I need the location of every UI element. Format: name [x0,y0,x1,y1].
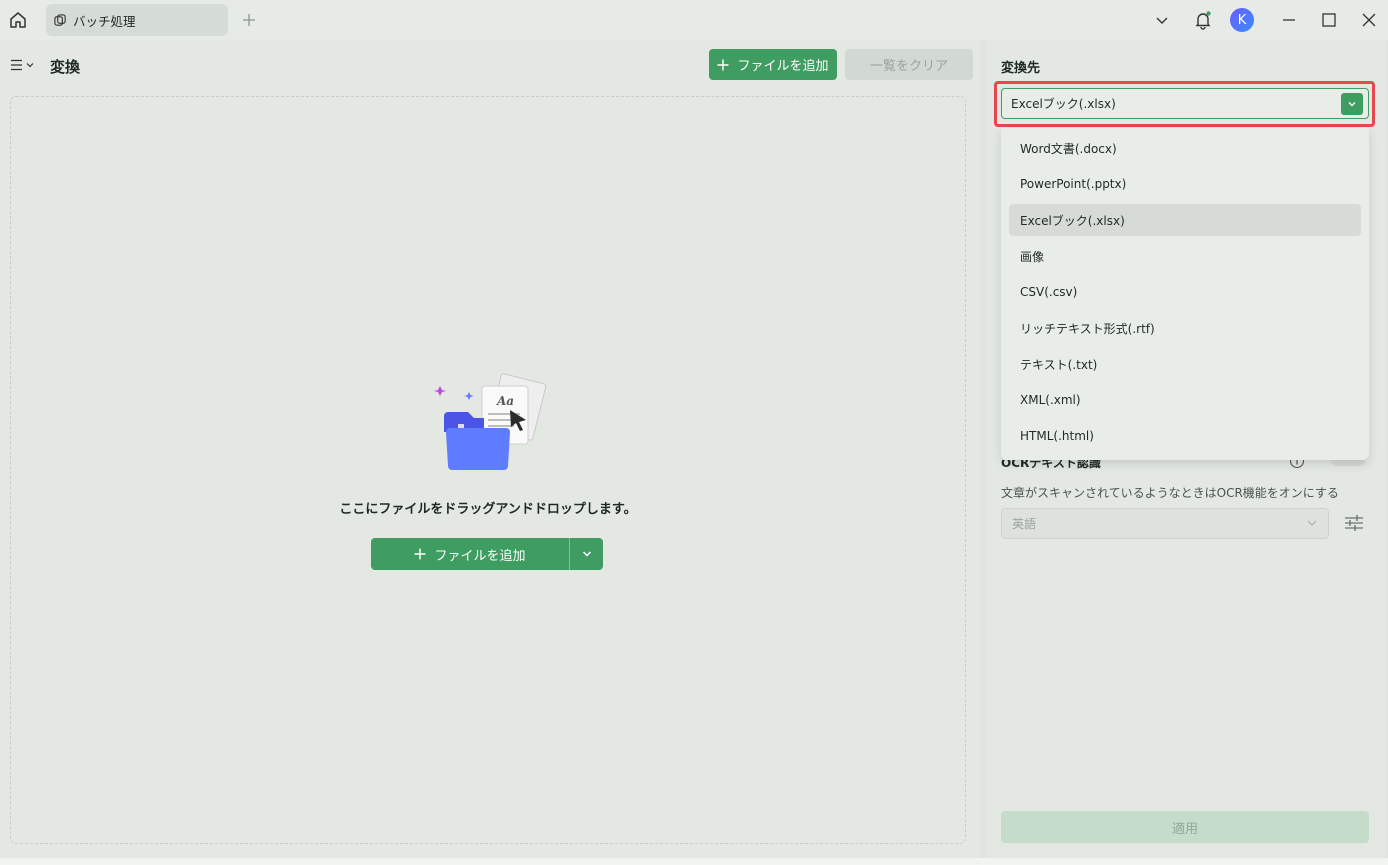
user-avatar[interactable]: K [1230,8,1254,32]
home-icon [10,12,26,28]
title-bar: バッチ処理 K [0,0,1388,40]
plus-icon [717,59,729,70]
clear-list-button[interactable]: 一覧をクリア [845,49,973,80]
illus-text: Aa [496,394,514,408]
sliders-icon[interactable] [1343,512,1365,534]
selection-highlight [994,81,1375,127]
taskbar-edge [0,858,1388,865]
format-option-csv[interactable]: CSV(.csv) [1009,276,1361,308]
format-option-xlsx[interactable]: Excelブック(.xlsx) [1009,204,1361,236]
plus-icon [243,14,255,26]
settings-panel: 変換先 OCRテキスト認識 文章がスキャンされているようなときはOCR機能をオン… [986,40,1386,858]
folder-files-illustration: Aa [434,373,547,470]
format-option-docx[interactable]: Word文書(.docx) [1009,132,1361,164]
batch-icon [54,13,66,26]
minimize-button[interactable] [1275,6,1303,34]
drop-add-options-button[interactable] [570,538,603,570]
minimize-icon [1283,19,1295,21]
format-option-rtf[interactable]: リッチテキスト形式(.rtf) [1009,312,1361,344]
add-file-button[interactable]: ファイルを追加 [709,49,837,80]
ocr-description: 文章がスキャンされているようなときはOCR機能をオンにする [1001,486,1339,500]
new-tab-button[interactable] [238,9,260,31]
drop-add-file-split-button: ファイルを追加 [371,538,603,570]
format-option-xml[interactable]: XML(.xml) [1009,384,1361,416]
conversion-panel: 変換 ファイルを追加 一覧をクリア Aa ここにファイルをドラッグアンドドロップ… [0,40,980,858]
drop-add-file-button[interactable]: ファイルを追加 [371,538,570,570]
plus-icon [414,548,426,560]
clear-list-label: 一覧をクリア [869,59,948,74]
drop-add-file-label: ファイルを追加 [434,548,526,564]
format-option-html[interactable]: HTML(.html) [1009,420,1361,452]
format-option-image[interactable]: 画像 [1009,240,1361,272]
apply-button[interactable]: 適用 [1001,811,1369,843]
drop-instruction: ここにファイルをドラッグアンドドロップします。 [339,502,637,517]
tab-label: バッチ処理 [73,13,136,29]
bell-icon [1195,11,1211,30]
format-option-pptx[interactable]: PowerPoint(.pptx) [1009,168,1361,200]
chevron-down-icon [26,63,34,68]
ocr-language-value: 英語 [1012,517,1037,531]
menu-toggle-button[interactable] [10,56,38,74]
tab-batch-processing[interactable]: バッチ処理 [46,4,228,36]
maximize-button[interactable] [1315,6,1343,34]
format-dropdown-list: Word文書(.docx) PowerPoint(.pptx) Excelブック… [1001,128,1369,460]
chevron-down-icon [582,551,591,557]
maximize-icon [1322,13,1336,27]
chevron-down-icon [1156,17,1168,24]
home-button[interactable] [6,8,30,32]
add-file-label: ファイルを追加 [737,59,829,74]
close-icon [1362,13,1376,27]
format-option-txt[interactable]: テキスト(.txt) [1009,348,1361,380]
output-format-title: 変換先 [1001,61,1041,76]
chevron-down-icon [1307,520,1317,526]
ocr-language-select[interactable]: 英語 [1001,508,1329,539]
close-button[interactable] [1355,6,1383,34]
expand-menu-button[interactable] [1148,6,1176,34]
hamburger-icon [11,59,22,71]
page-title: 変換 [50,58,81,76]
notifications-button[interactable] [1189,6,1217,34]
